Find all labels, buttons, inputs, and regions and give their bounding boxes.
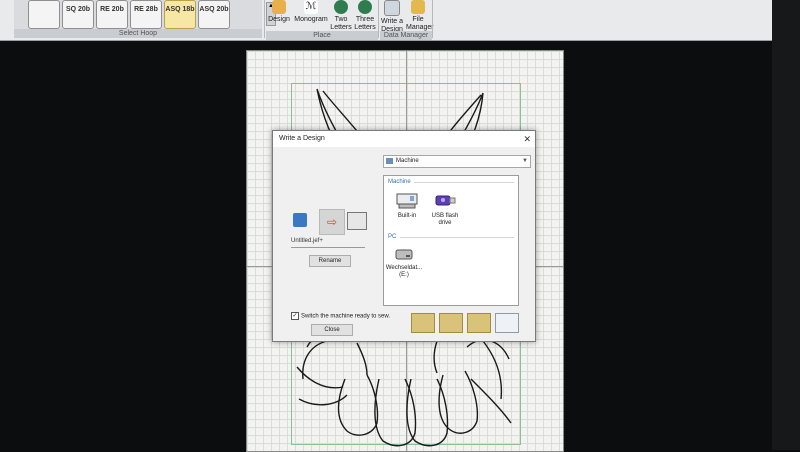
monogram-icon: ℳ [304, 0, 318, 14]
three-letters-label: Three Letters [354, 16, 376, 31]
removable-label: Wechseldat... (E:) [385, 265, 423, 278]
dialog-titlebar: Write a Design ✕ [273, 131, 535, 147]
close-icon[interactable]: ✕ [523, 131, 531, 147]
hoop-label: SQ 20b [65, 6, 91, 13]
select-hoop-label: Select Hoop [14, 29, 262, 38]
list-view-icon[interactable] [495, 313, 519, 333]
sewing-machine-icon [396, 193, 418, 209]
hoop-label: ASQ 18b [165, 6, 195, 13]
transfer-arrow-icon: ⇨ [319, 209, 345, 235]
open-folder-icon[interactable] [439, 313, 463, 333]
hoop-button-asq18b[interactable]: ASQ 18b [164, 0, 196, 29]
filename-field[interactable]: Untitled.jef+ [291, 238, 365, 248]
two-letters-button[interactable]: Two Letters [330, 0, 352, 31]
rename-button[interactable]: Rename [309, 255, 351, 267]
section-divider [400, 237, 514, 238]
hoop-button-sq20b[interactable]: SQ 20b [62, 0, 94, 29]
monogram-label: Monogram [294, 16, 328, 23]
folder-up-icon[interactable] [467, 313, 491, 333]
screen-bezel [772, 0, 800, 450]
removable-drive-icon [395, 249, 413, 260]
write-design-icon [384, 0, 400, 16]
two-letters-label: Two Letters [330, 16, 352, 31]
hoop-button-re28b[interactable]: RE 28b [130, 0, 162, 29]
design-label: Design [268, 16, 290, 23]
sewing-machine-icon [347, 212, 367, 230]
checkbox-checked-icon[interactable]: ✓ [291, 312, 299, 320]
hoop-button-re20b[interactable]: RE 20b [96, 0, 128, 29]
usb-drive-icon [435, 195, 456, 206]
switch-machine-label: Switch the machine ready to sew. [301, 313, 391, 320]
monogram-button[interactable]: ℳ Monogram [294, 0, 328, 30]
file-manager-icon [411, 0, 425, 14]
ribbon-separator [432, 0, 433, 38]
three-letters-button[interactable]: Three Letters [354, 0, 376, 31]
chevron-down-icon: ▼ [522, 158, 528, 164]
machine-section-label: Machine [388, 179, 411, 185]
switch-machine-checkbox-row[interactable]: ✓ Switch the machine ready to sew. [291, 312, 390, 321]
machine-icon [386, 158, 393, 164]
builtin-label: Built-in [397, 213, 417, 219]
hoop-button-asq20b[interactable]: ASQ 20b [198, 0, 230, 29]
destination-dropdown[interactable]: Machine ▼ [383, 155, 531, 168]
ribbon-separator [378, 0, 379, 38]
design-icon [272, 0, 286, 14]
section-divider [414, 182, 514, 183]
dropdown-value: Machine [396, 158, 419, 164]
folder-icon[interactable] [411, 313, 435, 333]
two-letters-icon [334, 0, 348, 14]
three-letters-icon [358, 0, 372, 14]
usb-label: USB flash drive [431, 213, 459, 226]
destination-panel: Machine Built-in USB flash drive PC Wech… [383, 175, 519, 306]
ribbon-separator [264, 0, 265, 38]
removable-drive-device[interactable]: Wechseldat... (E:) [384, 246, 424, 279]
file-manager-label: File Manager [406, 16, 434, 31]
hoop-label: RE 28b [134, 6, 158, 13]
dialog-title: Write a Design [279, 135, 325, 142]
hoop-button-1[interactable] [28, 0, 60, 29]
computer-icon [293, 213, 307, 227]
data-manager-group-label: Data Manager [380, 31, 432, 40]
design-button[interactable]: Design [266, 0, 292, 30]
builtin-device[interactable]: Built-in [390, 190, 424, 220]
select-hoop-group: SQ 20b RE 20b RE 28b ASQ 18b ASQ 20b ▲ S… [14, 0, 276, 38]
file-manager-button[interactable]: File Manager [406, 0, 434, 31]
usb-flash-drive-device[interactable]: USB flash drive [426, 190, 464, 227]
write-design-dialog: Write a Design ✕ ⇨ Untitled.jef+ Rename … [272, 130, 536, 342]
hoop-label: ASQ 20b [199, 6, 229, 13]
close-button[interactable]: Close [311, 324, 353, 336]
write-design-button[interactable]: Write a Design [380, 0, 404, 33]
place-group-label: Place [266, 31, 378, 40]
ribbon-toolbar: SQ 20b RE 20b RE 28b ASQ 18b ASQ 20b ▲ S… [0, 0, 772, 41]
pc-section-label: PC [388, 234, 397, 240]
hoop-label: RE 20b [100, 6, 124, 13]
transfer-illustration: ⇨ [293, 209, 369, 235]
hoop-label [29, 1, 59, 5]
